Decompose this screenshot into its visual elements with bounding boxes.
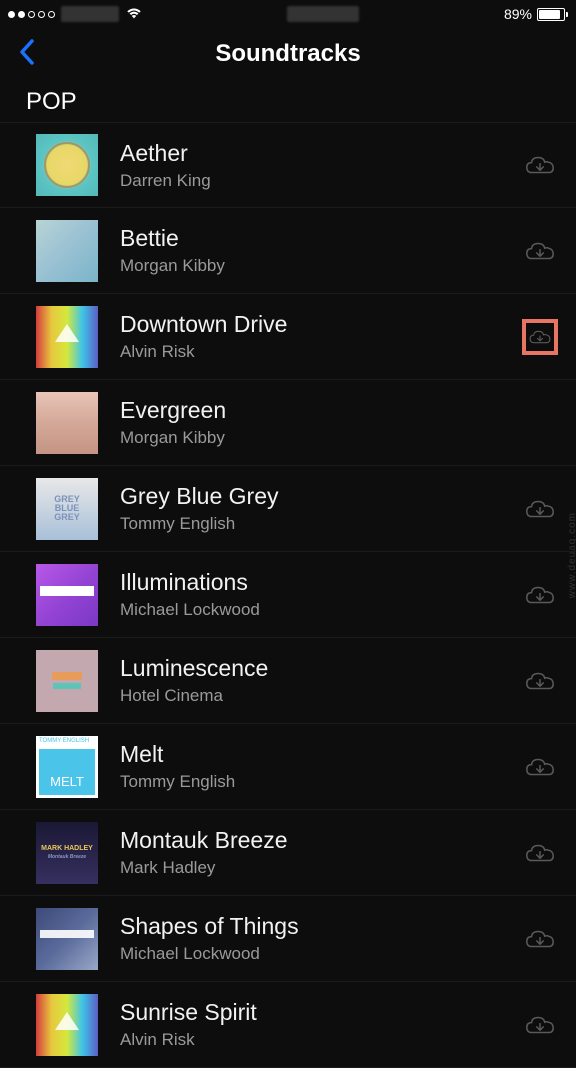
download-button[interactable] bbox=[522, 1007, 558, 1043]
track-artist: Alvin Risk bbox=[120, 1030, 522, 1050]
download-button[interactable] bbox=[522, 319, 558, 355]
track-artist: Mark Hadley bbox=[120, 858, 522, 878]
track-title: Grey Blue Grey bbox=[120, 483, 522, 510]
track-title: Melt bbox=[120, 741, 522, 768]
signal-strength-icon bbox=[8, 11, 55, 18]
track-info: Sunrise Spirit Alvin Risk bbox=[98, 999, 522, 1050]
album-art bbox=[36, 564, 98, 626]
track-artist: Hotel Cinema bbox=[120, 686, 522, 706]
album-art bbox=[36, 392, 98, 454]
track-info: Melt Tommy English bbox=[98, 741, 522, 792]
cloud-download-icon bbox=[524, 755, 556, 779]
page-title: Soundtracks bbox=[0, 40, 576, 68]
cloud-download-icon bbox=[524, 841, 556, 865]
wifi-icon bbox=[125, 6, 143, 23]
album-art bbox=[36, 994, 98, 1056]
track-row[interactable]: Aether Darren King bbox=[0, 122, 576, 208]
status-bar: 89% bbox=[0, 0, 576, 28]
track-artist: Darren King bbox=[120, 171, 522, 191]
track-info: Shapes of Things Michael Lockwood bbox=[98, 913, 522, 964]
track-info: Downtown Drive Alvin Risk bbox=[98, 311, 522, 362]
album-art bbox=[36, 306, 98, 368]
track-title: Downtown Drive bbox=[120, 311, 522, 338]
nav-header: Soundtracks bbox=[0, 28, 576, 80]
album-art bbox=[36, 220, 98, 282]
chevron-left-icon bbox=[18, 38, 36, 66]
track-row[interactable]: Illuminations Michael Lockwood bbox=[0, 552, 576, 638]
track-title: Aether bbox=[120, 140, 522, 167]
cloud-download-icon bbox=[524, 239, 556, 263]
back-button[interactable] bbox=[18, 38, 36, 71]
album-art: MARK HADLEYMontauk Breeze bbox=[36, 822, 98, 884]
status-left bbox=[8, 6, 143, 23]
track-info: Bettie Morgan Kibby bbox=[98, 225, 522, 276]
cloud-download-icon bbox=[524, 927, 556, 951]
battery-icon bbox=[537, 8, 568, 21]
track-row[interactable]: Luminescence Hotel Cinema bbox=[0, 638, 576, 724]
track-info: Luminescence Hotel Cinema bbox=[98, 655, 522, 706]
track-list: Aether Darren King Bettie Morgan Kibby Downt… bbox=[0, 122, 576, 1068]
album-art bbox=[36, 134, 98, 196]
track-info: Aether Darren King bbox=[98, 140, 522, 191]
cloud-download-icon bbox=[524, 583, 556, 607]
cloud-download-icon bbox=[524, 153, 556, 177]
track-artist: Morgan Kibby bbox=[120, 256, 522, 276]
album-art bbox=[36, 650, 98, 712]
cloud-download-icon bbox=[524, 669, 556, 693]
carrier-label bbox=[61, 6, 119, 22]
track-title: Sunrise Spirit bbox=[120, 999, 522, 1026]
time-label bbox=[287, 6, 359, 22]
status-right: 89% bbox=[504, 6, 568, 22]
track-info: Montauk Breeze Mark Hadley bbox=[98, 827, 522, 878]
track-title: Shapes of Things bbox=[120, 913, 522, 940]
download-button[interactable] bbox=[522, 749, 558, 785]
album-art bbox=[36, 908, 98, 970]
download-button[interactable] bbox=[522, 491, 558, 527]
track-row[interactable]: Bettie Morgan Kibby bbox=[0, 208, 576, 294]
track-row[interactable]: MARK HADLEYMontauk BreezeMontauk BreezeM… bbox=[0, 810, 576, 896]
track-info: Evergreen Morgan Kibby bbox=[98, 397, 562, 448]
track-title: Bettie bbox=[120, 225, 522, 252]
watermark: www.deuaq.com bbox=[567, 512, 576, 598]
track-artist: Michael Lockwood bbox=[120, 600, 522, 620]
track-artist: Tommy English bbox=[120, 772, 522, 792]
track-artist: Tommy English bbox=[120, 514, 522, 534]
cloud-download-icon bbox=[528, 325, 552, 349]
download-button[interactable] bbox=[522, 663, 558, 699]
download-button[interactable] bbox=[522, 835, 558, 871]
download-button[interactable] bbox=[522, 577, 558, 613]
track-row[interactable]: Sunrise Spirit Alvin Risk bbox=[0, 982, 576, 1068]
section-header: POP bbox=[0, 80, 576, 122]
track-info: Grey Blue Grey Tommy English bbox=[98, 483, 522, 534]
track-row[interactable]: Evergreen Morgan Kibby bbox=[0, 380, 576, 466]
download-button[interactable] bbox=[522, 147, 558, 183]
track-artist: Michael Lockwood bbox=[120, 944, 522, 964]
track-artist: Alvin Risk bbox=[120, 342, 522, 362]
cloud-download-icon bbox=[524, 1013, 556, 1037]
track-title: Evergreen bbox=[120, 397, 562, 424]
album-art: GREYBLUEGREY bbox=[36, 478, 98, 540]
track-info: Illuminations Michael Lockwood bbox=[98, 569, 522, 620]
cloud-download-icon bbox=[524, 497, 556, 521]
track-row[interactable]: Shapes of Things Michael Lockwood bbox=[0, 896, 576, 982]
track-row[interactable]: Downtown Drive Alvin Risk bbox=[0, 294, 576, 380]
track-title: Montauk Breeze bbox=[120, 827, 522, 854]
track-title: Luminescence bbox=[120, 655, 522, 682]
battery-percent: 89% bbox=[504, 6, 532, 22]
track-artist: Morgan Kibby bbox=[120, 428, 562, 448]
download-button[interactable] bbox=[522, 233, 558, 269]
album-art: TOMMY ENGLISHMELT bbox=[36, 736, 98, 798]
download-button[interactable] bbox=[522, 921, 558, 957]
track-title: Illuminations bbox=[120, 569, 522, 596]
track-row[interactable]: TOMMY ENGLISHMELT Melt Tommy English bbox=[0, 724, 576, 810]
track-row[interactable]: GREYBLUEGREY Grey Blue Grey Tommy English bbox=[0, 466, 576, 552]
